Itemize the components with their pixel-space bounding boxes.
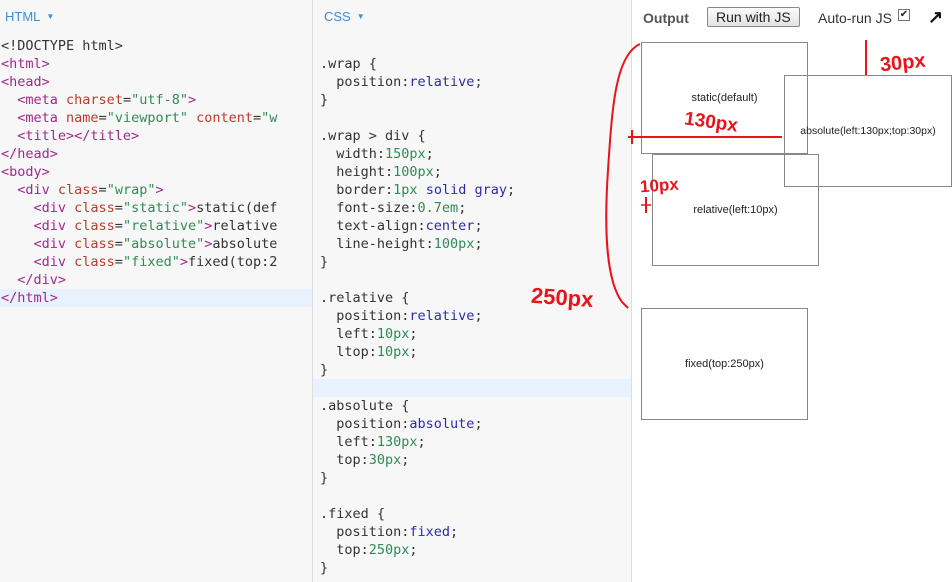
annotation-250px: 250px	[530, 282, 595, 313]
annotation-30px: 30px	[878, 49, 927, 77]
annotation-overlay	[605, 40, 867, 309]
annotation-10px: 10px	[639, 174, 680, 197]
annotation-250-bracket	[605, 43, 641, 309]
